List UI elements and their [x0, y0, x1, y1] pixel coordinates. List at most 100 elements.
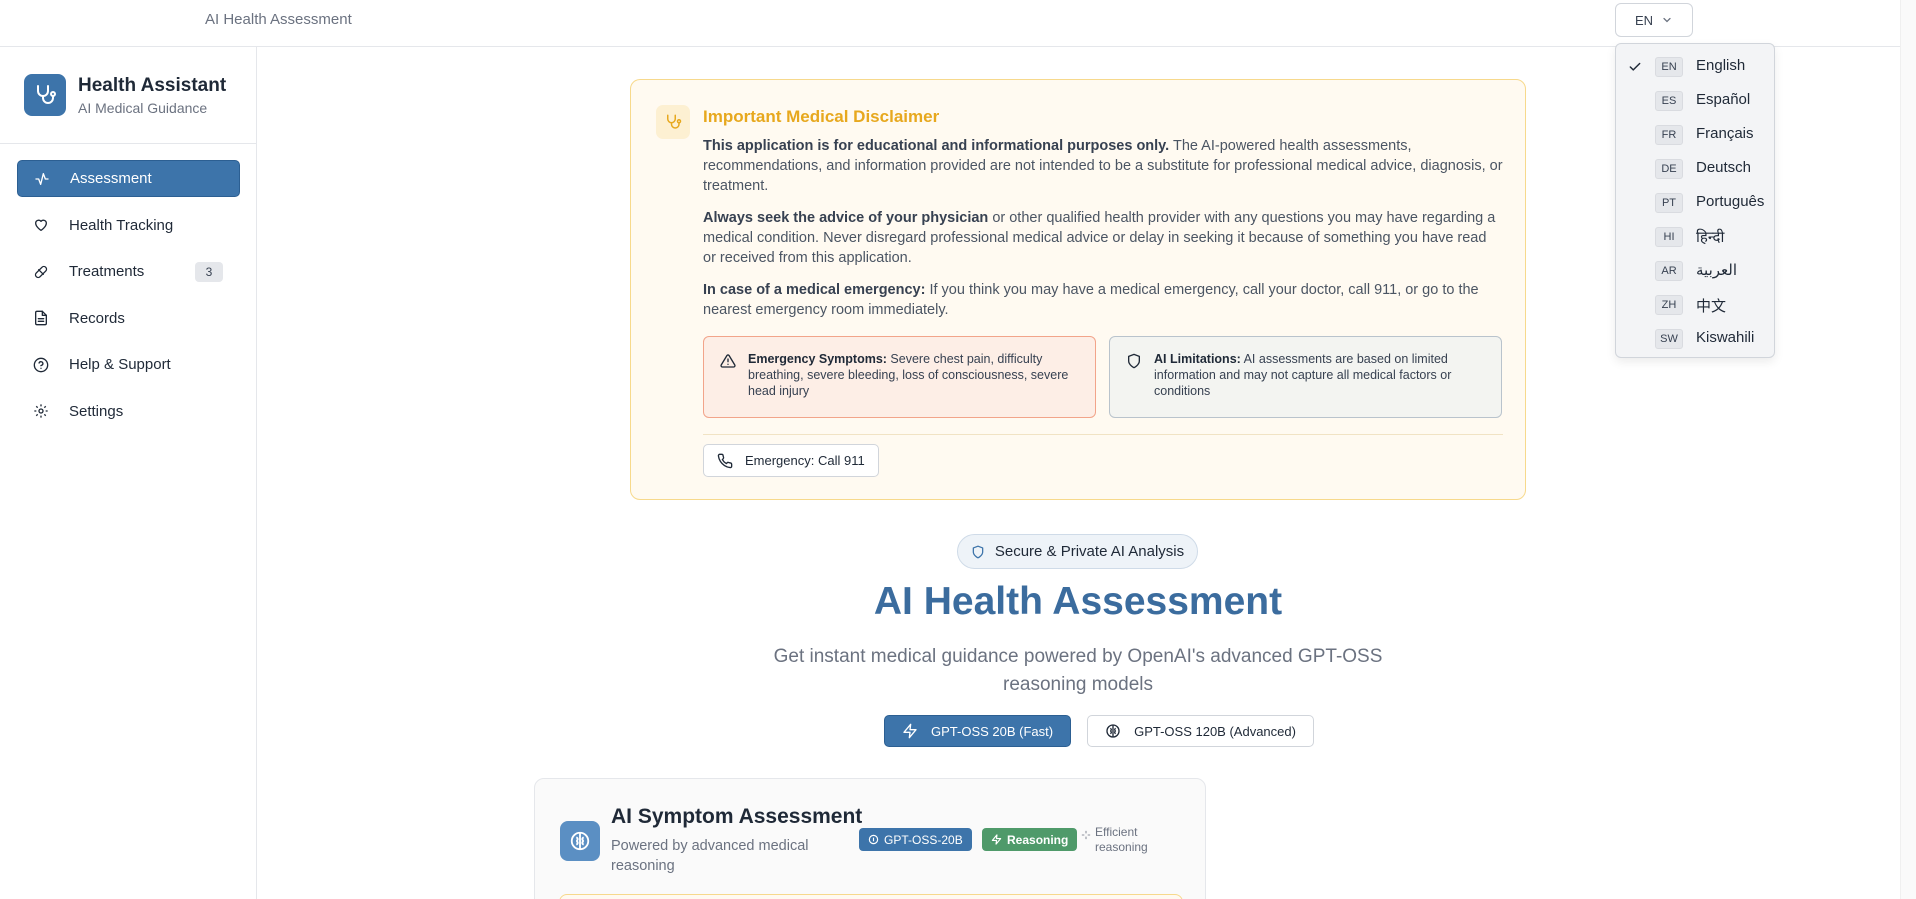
language-name: Kiswahili — [1696, 329, 1755, 346]
model-selector: GPT-OSS 20B (Fast) GPT-OSS 120B (Advance… — [884, 715, 1314, 747]
emergency-symptoms-text: Emergency Symptoms: Severe chest pain, d… — [748, 351, 1083, 399]
hero-title: AI Health Assessment — [873, 580, 1283, 623]
symptom-card-title: AI Symptom Assessment — [611, 805, 863, 828]
reasoning-badge-label: Reasoning — [1007, 832, 1069, 847]
language-option-es[interactable]: ES Español — [1616, 84, 1774, 118]
efficient-reasoning-note: Efficient reasoning — [1081, 825, 1151, 855]
brain-icon — [560, 821, 600, 861]
language-code: HI — [1655, 227, 1683, 247]
brand-subtitle: AI Medical Guidance — [78, 99, 208, 116]
language-option-fr[interactable]: FR Français — [1616, 118, 1774, 152]
language-option-zh[interactable]: ZH 中文 — [1616, 288, 1774, 322]
sidebar-item-treatments[interactable]: Treatments 3 — [17, 253, 240, 290]
sidebar-nav: Assessment Health Tracking Treatments 3 … — [17, 160, 240, 439]
ai-limitations-label: AI Limitations: — [1154, 352, 1241, 366]
language-code: AR — [1655, 261, 1683, 281]
disclaimer-paragraph-2: Always seek the advice of your physician… — [703, 208, 1503, 268]
model-20b-label: GPT-OSS 20B (Fast) — [931, 723, 1054, 739]
sidebar-item-records[interactable]: Records — [17, 300, 240, 337]
emergency-call-button[interactable]: Emergency: Call 911 — [703, 444, 879, 477]
language-name: Português — [1696, 193, 1765, 210]
stethoscope-icon — [656, 105, 690, 139]
shield-icon — [1128, 353, 1140, 369]
sidebar-item-settings[interactable]: Settings — [17, 393, 240, 430]
model-120b-label: GPT-OSS 120B (Advanced) — [1134, 723, 1296, 739]
disclaimer-divider — [703, 434, 1503, 435]
model-120b-button[interactable]: GPT-OSS 120B (Advanced) — [1087, 715, 1314, 747]
medical-disclaimer-card: Important Medical Disclaimer This applic… — [630, 79, 1526, 500]
language-code: DE — [1655, 159, 1683, 179]
efficient-reasoning-label: Efficient reasoning — [1095, 825, 1148, 854]
emergency-call-label: Emergency: Call 911 — [745, 453, 865, 468]
sidebar-item-label: Treatments — [69, 263, 145, 280]
ai-limitations-box: AI Limitations: AI assessments are based… — [1109, 336, 1502, 418]
brand: Health Assistant AI Medical Guidance — [24, 74, 226, 116]
stethoscope-icon — [24, 74, 66, 116]
language-code: ES — [1655, 91, 1683, 111]
check-icon — [1629, 62, 1641, 71]
top-bar: AI Health Assessment EN — [0, 0, 1900, 47]
language-code: ZH — [1655, 295, 1683, 315]
help-circle-icon — [33, 357, 49, 372]
page-scrollbar[interactable] — [1900, 0, 1916, 899]
language-name: Español — [1696, 91, 1751, 108]
sidebar-item-label: Health Tracking — [69, 216, 174, 234]
disclaimer-p3-bold: In case of a medical emergency: — [703, 282, 926, 298]
language-select-value: EN — [1634, 12, 1654, 28]
language-option-en[interactable]: EN English — [1616, 50, 1774, 84]
sidebar-item-health-tracking[interactable]: Health Tracking — [17, 207, 240, 244]
reasoning-badge: Reasoning — [982, 828, 1078, 851]
shield-icon — [972, 545, 984, 558]
language-name: Français — [1696, 125, 1754, 142]
language-option-hi[interactable]: HI हिन्दी — [1616, 220, 1774, 254]
pill-icon — [34, 265, 48, 278]
symptom-card-subtitle: Powered by advanced medical reasoning — [611, 838, 809, 874]
disclaimer-p1-bold: This application is for educational and … — [703, 138, 1170, 154]
language-code: PT — [1655, 193, 1683, 213]
page-breadcrumb-title: AI Health Assessment — [205, 11, 352, 28]
model-badge-label: GPT-OSS-20B — [884, 832, 963, 847]
language-name: العربية — [1696, 262, 1737, 279]
ai-limitations-text: AI Limitations: AI assessments are based… — [1154, 351, 1489, 399]
disclaimer-p2-bold: Always seek the advice of your physician — [703, 210, 989, 226]
brand-name: Health Assistant — [78, 74, 227, 96]
phone-icon — [717, 453, 733, 468]
sidebar-divider — [0, 143, 256, 144]
sidebar-item-assessment[interactable]: Assessment — [17, 160, 240, 197]
disclaimer-paragraph-3: In case of a medical emergency: If you t… — [703, 280, 1503, 320]
info-icon — [868, 834, 879, 845]
symptom-assessment-card: AI Symptom Assessment Powered by advance… — [534, 778, 1206, 899]
language-option-sw[interactable]: SW Kiswahili — [1616, 322, 1774, 356]
emergency-symptoms-box: Emergency Symptoms: Severe chest pain, d… — [703, 336, 1096, 418]
file-text-icon — [35, 310, 47, 326]
sparkle-icon — [1081, 830, 1091, 840]
symptom-card-inner-panel — [559, 894, 1183, 899]
model-badge: GPT-OSS-20B — [859, 828, 972, 851]
secure-analysis-label: Secure & Private AI Analysis — [994, 543, 1185, 560]
warning-triangle-icon — [720, 354, 736, 368]
emergency-symptoms-label: Emergency Symptoms: — [748, 352, 887, 366]
language-code: FR — [1655, 125, 1683, 145]
language-code: SW — [1655, 329, 1683, 349]
language-option-de[interactable]: DE Deutsch — [1616, 152, 1774, 186]
sidebar-item-label: Help & Support — [69, 356, 171, 373]
language-name: Deutsch — [1696, 159, 1752, 176]
treatments-count-badge: 3 — [195, 262, 223, 282]
sidebar: Health Assistant AI Medical Guidance Ass… — [0, 47, 257, 899]
language-dropdown-menu: EN English ES Español FR Français DE Deu… — [1615, 43, 1775, 358]
brain-icon — [1106, 724, 1120, 738]
language-name: हिन्दी — [1696, 229, 1725, 246]
lightning-icon — [991, 834, 1002, 845]
disclaimer-paragraph-1: This application is for educational and … — [703, 136, 1503, 196]
activity-icon — [35, 172, 49, 185]
language-select-button[interactable]: EN — [1615, 3, 1693, 37]
hero-subtitle: Get instant medical guidance powered by … — [773, 646, 1383, 695]
language-option-pt[interactable]: PT Português — [1616, 186, 1774, 220]
secure-analysis-pill: Secure & Private AI Analysis — [957, 534, 1198, 569]
language-option-ar[interactable]: AR العربية — [1616, 254, 1774, 288]
model-20b-button[interactable]: GPT-OSS 20B (Fast) — [884, 715, 1072, 747]
sidebar-item-help-support[interactable]: Help & Support — [17, 346, 240, 383]
disclaimer-title: Important Medical Disclaimer — [703, 107, 940, 126]
sidebar-item-label: Records — [69, 309, 125, 327]
heart-icon — [35, 219, 47, 231]
